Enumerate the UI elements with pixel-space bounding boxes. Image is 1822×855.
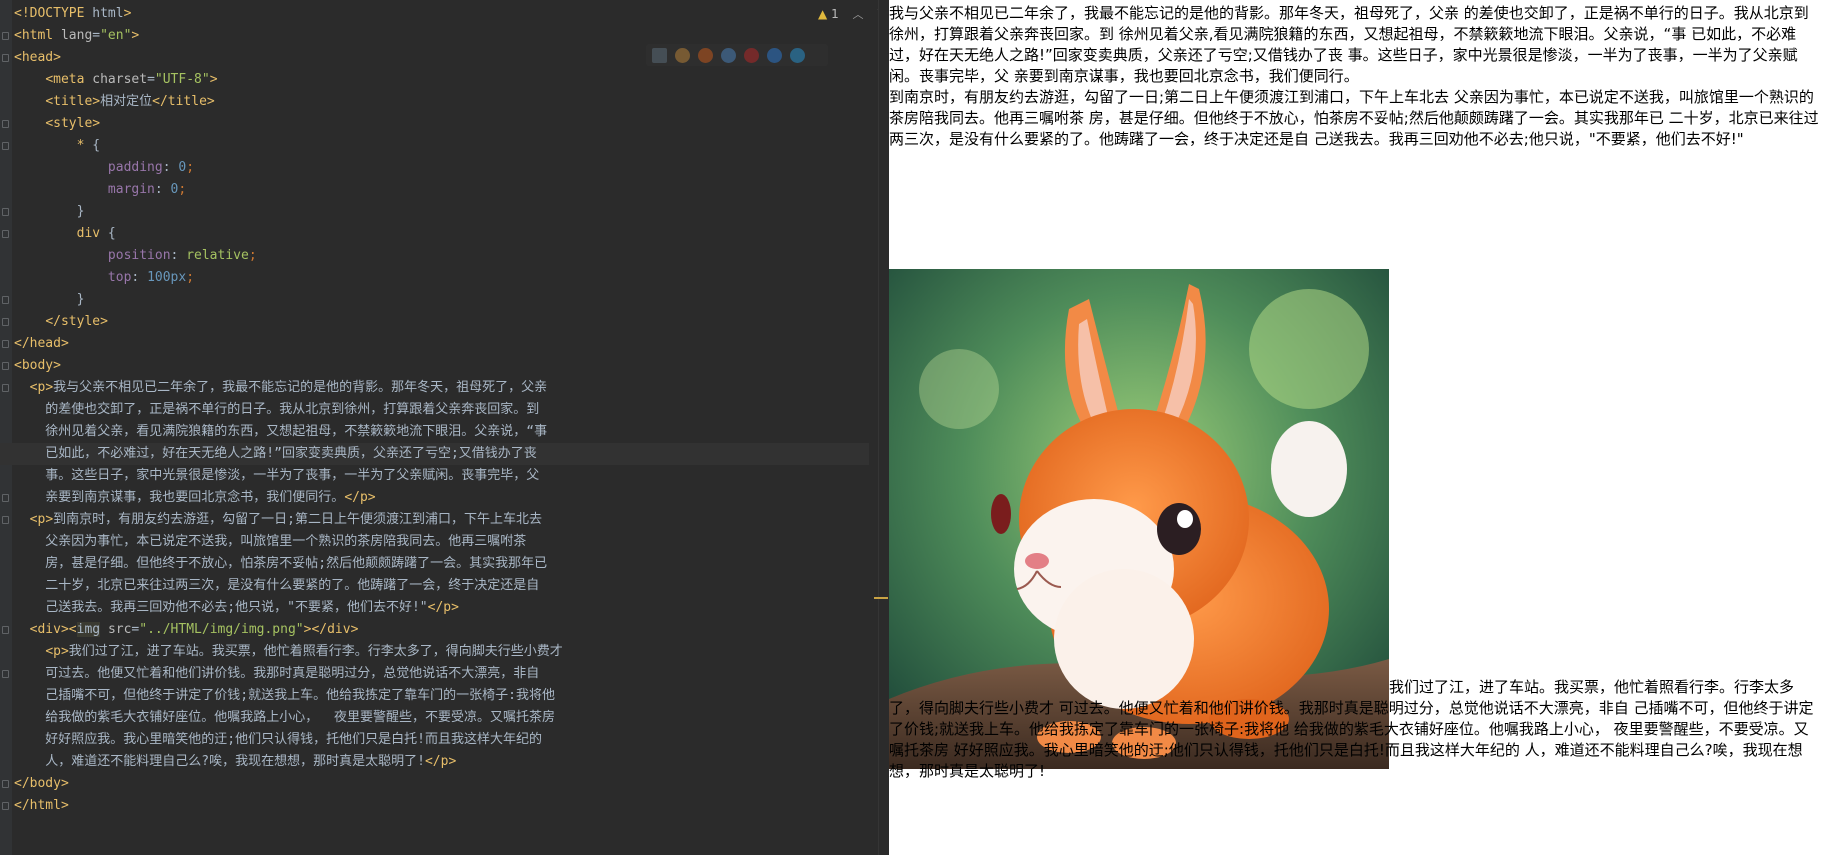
- firefox-icon[interactable]: [698, 47, 713, 63]
- code-line[interactable]: <style>: [2, 113, 869, 135]
- opera-icon[interactable]: [744, 47, 759, 63]
- code-line[interactable]: 好好照应我。我心里暗笑他的迂;他们只认得钱，托他们只是白托!而且我这样大年纪的: [14, 729, 869, 751]
- fold-marker-icon[interactable]: [2, 208, 9, 216]
- fold-marker-icon[interactable]: [2, 626, 9, 634]
- editor-scrollbar[interactable]: [878, 0, 889, 855]
- chevron-up-icon[interactable]: ︿: [853, 8, 864, 21]
- code-line[interactable]: 父亲因为事忙，本已说定不送我，叫旅馆里一个熟识的茶房陪我同去。他再三嘱咐茶: [14, 531, 869, 553]
- code-line[interactable]: 人，难道还不能料理自己么?唉，我现在想想，那时真是太聪明了!</p>: [14, 751, 869, 773]
- fold-marker-icon[interactable]: [2, 318, 9, 326]
- fold-marker-icon[interactable]: [2, 494, 9, 502]
- intellij-preview-icon[interactable]: [652, 47, 667, 63]
- code-line[interactable]: top: 100px;: [14, 267, 869, 289]
- safari-icon[interactable]: [721, 47, 736, 63]
- code-line[interactable]: 房，甚是仔细。但他终于不放心，怕茶房不妥帖;然后他颠颇踌躇了一会。其实我那年已: [14, 553, 869, 575]
- scrollbar-warning-marker[interactable]: [874, 597, 888, 599]
- fold-marker-icon[interactable]: [2, 340, 9, 348]
- code-line[interactable]: margin: 0;: [14, 179, 869, 201]
- fold-marker-icon[interactable]: [2, 296, 9, 304]
- code-line[interactable]: 己送我去。我再三回劝他不必去;他只说，"不要紧，他们去不好!"</p>: [14, 597, 869, 619]
- code-line[interactable]: 亲要到南京谋事，我也要回北京念书，我们便同行。</p>: [2, 487, 869, 509]
- browser-preview-toolbar: [646, 44, 828, 66]
- edge-icon[interactable]: [790, 47, 805, 63]
- code-line[interactable]: }: [2, 201, 869, 223]
- code-line[interactable]: 的差使也交卸了，正是祸不单行的日子。我从北京到徐州，打算跟着父亲奔丧回家。到: [14, 399, 869, 421]
- paragraph-3: 我们过了江，进了车站。我买票，他忙着照看行李。行李太多了，得向脚夫行些小费才 可…: [889, 678, 1814, 780]
- fold-marker-icon[interactable]: [2, 230, 9, 238]
- fold-marker-icon[interactable]: [2, 142, 9, 150]
- warning-count: 1: [831, 7, 839, 21]
- code-line[interactable]: 给我做的紫毛大衣铺好座位。他嘱我路上小心， 夜里要警醒些，不要受凉。又嘱托茶房: [14, 707, 869, 729]
- code-line[interactable]: position: relative;: [14, 245, 869, 267]
- fold-marker-icon[interactable]: [2, 384, 9, 392]
- chrome-icon[interactable]: [675, 47, 690, 63]
- fold-marker-icon[interactable]: [2, 670, 9, 678]
- code-line[interactable]: </head>: [2, 333, 869, 355]
- code-line[interactable]: }: [2, 289, 869, 311]
- editor-gutter[interactable]: [0, 0, 12, 855]
- code-line[interactable]: <body>: [2, 355, 869, 377]
- fold-marker-icon[interactable]: [2, 120, 9, 128]
- paragraph-1: 我与父亲不相见已二年余了，我最不能忘记的是他的背影。那年冬天，祖母死了，父亲 的…: [889, 4, 1809, 85]
- fold-marker-icon[interactable]: [2, 362, 9, 370]
- fold-marker-icon[interactable]: [2, 802, 9, 810]
- fold-marker-icon[interactable]: [2, 54, 9, 62]
- code-line[interactable]: <title>相对定位</title>: [14, 91, 869, 113]
- code-line[interactable]: 事。这些日子，家中光景很是惨淡，一半为了丧事，一半为了父亲赋闲。丧事完毕，父: [14, 465, 869, 487]
- code-line[interactable]: <p>我与父亲不相见已二年余了，我最不能忘记的是他的背影。那年冬天，祖母死了，父…: [2, 377, 869, 399]
- warning-icon: ▲: [818, 7, 828, 21]
- code-line[interactable]: <div><img src="../HTML/img/img.png"></di…: [2, 619, 869, 641]
- paragraph-2: 到南京时，有朋友约去游逛，勾留了一日;第二日上午便须渡江到浦口，下午上车北去 父…: [889, 88, 1819, 148]
- code-line[interactable]: <meta charset="UTF-8">: [14, 69, 869, 91]
- code-line[interactable]: </style>: [2, 311, 869, 333]
- code-line[interactable]: </html>: [2, 795, 869, 817]
- code-line[interactable]: padding: 0;: [14, 157, 869, 179]
- ie-icon[interactable]: [767, 47, 782, 63]
- code-line[interactable]: 己插嘴不可，但他终于讲定了价钱;就送我上车。他给我拣定了靠车门的一张椅子:我将他: [14, 685, 869, 707]
- browser-preview-pane: 我与父亲不相见已二年余了，我最不能忘记的是他的背影。那年冬天，祖母死了，父亲 的…: [889, 0, 1822, 855]
- code-line[interactable]: </body>: [2, 773, 869, 795]
- code-line[interactable]: <!DOCTYPE html>: [14, 3, 869, 25]
- code-line[interactable]: <p>到南京时，有朋友约去游逛，勾留了一日;第二日上午便须渡江到浦口，下午上车北…: [2, 509, 869, 531]
- code-line[interactable]: 可过去。他便又忙着和他们讲价钱。我那时真是聪明过分，总觉他说话不大漂亮，非自: [2, 663, 869, 685]
- fold-marker-icon[interactable]: [2, 780, 9, 788]
- fold-marker-icon[interactable]: [2, 32, 9, 40]
- code-area[interactable]: <!DOCTYPE html> <html lang="en"> <head> <m…: [0, 3, 869, 817]
- code-line[interactable]: <p>我们过了江，进了车站。我买票，他忙着照看行李。行李太多了，得向脚夫行些小费…: [14, 641, 869, 663]
- code-line[interactable]: 已如此，不必难过，好在天无绝人之路!”回家变卖典质，父亲还了亏空;又借钱办了丧: [0, 443, 869, 465]
- fold-marker-icon[interactable]: [2, 516, 9, 524]
- code-line[interactable]: 二十岁，北京已来往过两三次，是没有什么要紧的了。他踌躇了一会，终于决定还是自: [14, 575, 869, 597]
- code-line[interactable]: div {: [2, 223, 869, 245]
- code-line[interactable]: * {: [2, 135, 869, 157]
- code-editor[interactable]: <!DOCTYPE html> <html lang="en"> <head> <m…: [0, 0, 889, 855]
- code-line[interactable]: 徐州见着父亲，看见满院狼籍的东西，又想起祖母，不禁簌簌地流下眼泪。父亲说，“事: [14, 421, 869, 443]
